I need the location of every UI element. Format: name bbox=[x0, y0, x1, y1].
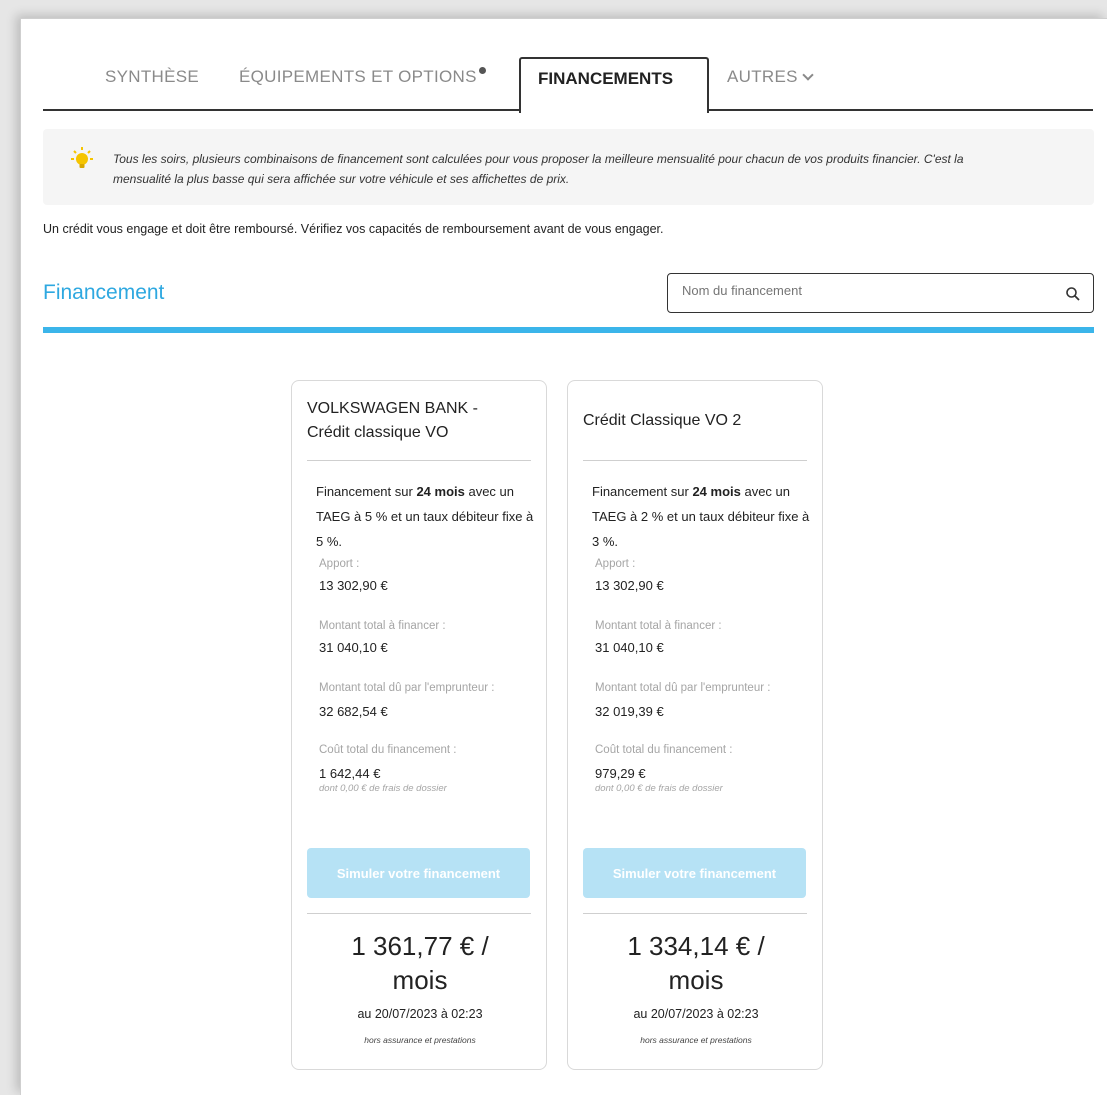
info-text: Tous les soirs, plusieurs combinaisons d… bbox=[113, 149, 1073, 189]
tab-financements-label: FINANCEMENTS bbox=[538, 69, 674, 88]
chevron-down-icon bbox=[802, 69, 814, 81]
tab-bar: SYNTHÈSE ÉQUIPEMENTS ET OPTIONS FINANCEM… bbox=[43, 49, 1093, 113]
price-amount: 1 334,14 € / bbox=[627, 931, 765, 961]
info-text-line1: Tous les soirs, plusieurs combinaisons d… bbox=[113, 152, 964, 166]
credit-disclaimer: Un crédit vous engage et doit être rembo… bbox=[43, 222, 664, 236]
tab-autres[interactable]: AUTRES bbox=[727, 67, 814, 87]
cout-label: Coût total du financement : bbox=[595, 744, 733, 756]
info-text-line2: mensualité la plus basse qui sera affich… bbox=[113, 172, 570, 186]
apport-value: 13 302,90 € bbox=[319, 578, 388, 593]
monthly-price: 1 361,77 € / mois bbox=[292, 929, 548, 997]
tab-synthese[interactable]: SYNTHÈSE bbox=[105, 67, 199, 87]
desc-duration: 24 mois bbox=[416, 484, 465, 499]
du-value: 32 019,39 € bbox=[595, 704, 664, 719]
card-description: Financement sur 24 mois avec un TAEG à 5… bbox=[316, 479, 536, 554]
tab-equipements-label: ÉQUIPEMENTS ET OPTIONS bbox=[239, 67, 477, 86]
lightbulb-icon bbox=[71, 147, 93, 168]
cout-label: Coût total du financement : bbox=[319, 744, 457, 756]
tab-equipements[interactable]: ÉQUIPEMENTS ET OPTIONS bbox=[239, 67, 486, 87]
du-label: Montant total dû par l'emprunteur : bbox=[319, 682, 495, 694]
search-input[interactable] bbox=[682, 283, 1042, 298]
montant-value: 31 040,10 € bbox=[595, 640, 664, 655]
price-note: hors assurance et prestations bbox=[364, 1035, 476, 1045]
financing-panel: SYNTHÈSE ÉQUIPEMENTS ET OPTIONS FINANCEM… bbox=[20, 18, 1107, 1095]
apport-label: Apport : bbox=[595, 558, 636, 570]
card-title: VOLKSWAGEN BANK - Crédit classique VO bbox=[307, 397, 533, 445]
price-period: mois bbox=[668, 965, 724, 995]
price-period: mois bbox=[392, 965, 448, 995]
montant-label: Montant total à financer : bbox=[595, 620, 722, 632]
montant-value: 31 040,10 € bbox=[319, 640, 388, 655]
card-title-line1: VOLKSWAGEN BANK - bbox=[307, 400, 478, 417]
search-icon[interactable] bbox=[1065, 286, 1081, 302]
cout-value: 1 642,44 € bbox=[319, 766, 381, 781]
card-divider bbox=[583, 460, 807, 461]
search-box[interactable] bbox=[667, 273, 1094, 313]
price-amount: 1 361,77 € / bbox=[351, 931, 489, 961]
info-box: Tous les soirs, plusieurs combinaisons d… bbox=[43, 129, 1094, 205]
price-date: au 20/07/2023 à 02:23 bbox=[357, 1007, 483, 1021]
card-divider bbox=[307, 460, 531, 461]
notification-dot-icon bbox=[478, 67, 486, 74]
price-date: au 20/07/2023 à 02:23 bbox=[633, 1007, 759, 1021]
montant-label: Montant total à financer : bbox=[319, 620, 446, 632]
simulate-button[interactable]: Simuler votre financement bbox=[307, 848, 530, 898]
tab-financements[interactable]: FINANCEMENTS bbox=[519, 57, 709, 113]
du-label: Montant total dû par l'emprunteur : bbox=[595, 682, 771, 694]
desc-taeg: 2 % bbox=[640, 509, 664, 524]
card-title-line1: Crédit Classique VO 2 bbox=[583, 412, 742, 429]
card-divider bbox=[583, 913, 807, 914]
monthly-price: 1 334,14 € / mois bbox=[568, 929, 824, 997]
card-description: Financement sur 24 mois avec un TAEG à 2… bbox=[592, 479, 812, 554]
desc-duration: 24 mois bbox=[692, 484, 741, 499]
price-note: hors assurance et prestations bbox=[640, 1035, 752, 1045]
cout-note: dont 0,00 € de frais de dossier bbox=[595, 783, 723, 794]
apport-value: 13 302,90 € bbox=[595, 578, 664, 593]
financing-card: Crédit Classique VO 2 Financement sur 24… bbox=[567, 380, 823, 1070]
simulate-button[interactable]: Simuler votre financement bbox=[583, 848, 806, 898]
apport-label: Apport : bbox=[319, 558, 360, 570]
card-title-line2: Crédit classique VO bbox=[307, 424, 449, 441]
cout-value: 979,29 € bbox=[595, 766, 646, 781]
tab-autres-label: AUTRES bbox=[727, 67, 798, 86]
desc-prefix: Financement sur bbox=[316, 484, 417, 499]
desc-taeg: 5 % bbox=[364, 509, 388, 524]
cout-note: dont 0,00 € de frais de dossier bbox=[319, 783, 447, 794]
section-divider bbox=[43, 327, 1094, 333]
card-title: Crédit Classique VO 2 bbox=[583, 409, 809, 433]
card-divider bbox=[307, 913, 531, 914]
financing-card: VOLKSWAGEN BANK - Crédit classique VO Fi… bbox=[291, 380, 547, 1070]
tab-synthese-label: SYNTHÈSE bbox=[105, 67, 200, 86]
du-value: 32 682,54 € bbox=[319, 704, 388, 719]
section-title: Financement bbox=[43, 281, 165, 304]
desc-prefix: Financement sur bbox=[592, 484, 693, 499]
